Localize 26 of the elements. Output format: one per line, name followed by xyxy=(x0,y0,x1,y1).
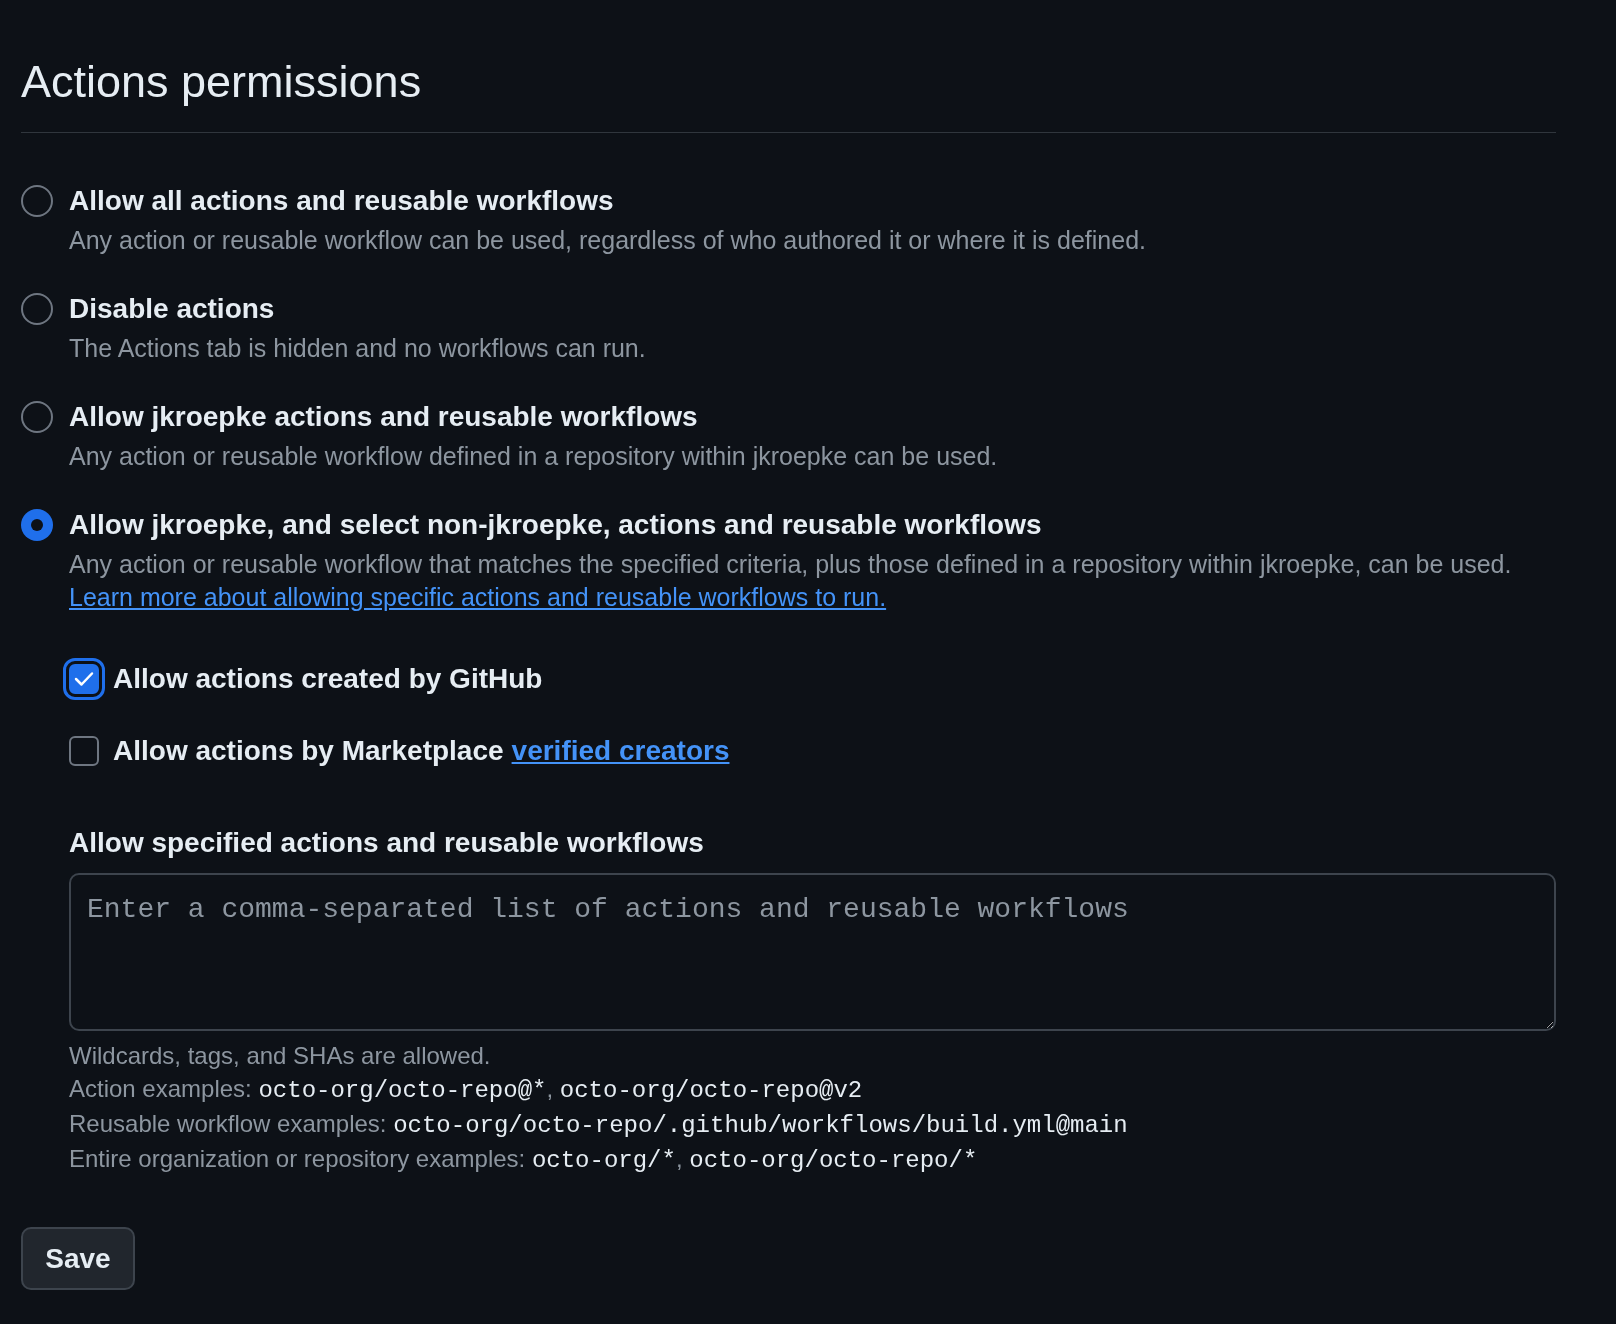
option-label: Disable actions xyxy=(69,292,275,326)
help-text: Entire organization or repository examples: octo-org/*, octo-org/octo-repo/* xyxy=(69,1144,978,1176)
help-text: Reusable workflow examples: octo-org/octo-repo/.github/workflows/build.yml@main xyxy=(69,1109,1128,1141)
checkbox-label: Allow actions created by GitHub xyxy=(113,662,543,696)
save-button[interactable]: Save xyxy=(21,1227,135,1290)
checkbox[interactable] xyxy=(69,736,99,766)
radio-button[interactable] xyxy=(21,509,53,541)
learn-more-link[interactable]: Learn more about allowing specific actions and reusable workflows to run. xyxy=(69,581,887,613)
page-title: Actions permissions xyxy=(21,55,422,109)
option-description: The Actions tab is hidden and no workflows can run. xyxy=(69,333,646,364)
checkbox-label: Allow actions by Marketplace xyxy=(113,734,504,768)
option-label: Allow jkroepke, and select non-jkroepke, actions and reusable workflows xyxy=(69,508,1042,542)
help-text: Wildcards, tags, and SHAs are allowed. xyxy=(69,1041,491,1071)
option-description: Any action or reusable workflow can be used, regardless of who authored it or where it is defined. xyxy=(69,225,1146,256)
radio-button[interactable] xyxy=(21,401,53,433)
option-label: Allow all actions and reusable workflows xyxy=(69,184,614,218)
radio-button[interactable] xyxy=(21,185,53,217)
help-text: Action examples: octo-org/octo-repo@*, octo-org/octo-repo@v2 xyxy=(69,1074,863,1106)
allowlist-textarea[interactable]: Enter a comma-separated list of actions and reusable workflows xyxy=(69,873,1556,1031)
radio-button[interactable] xyxy=(21,293,53,325)
option-description: Any action or reusable workflow that matches the specified criteria, plus those defined in a repository within jkroepke, can be used. xyxy=(69,549,1512,580)
option-description: Any action or reusable workflow defined in a repository within jkroepke can be used. xyxy=(69,441,998,472)
field-label: Allow specified actions and reusable workflows xyxy=(69,826,704,860)
checkmark-icon xyxy=(74,671,94,687)
option-label: Allow jkroepke actions and reusable workflows xyxy=(69,400,698,434)
verified-creators-link[interactable]: verified creators xyxy=(511,730,730,772)
